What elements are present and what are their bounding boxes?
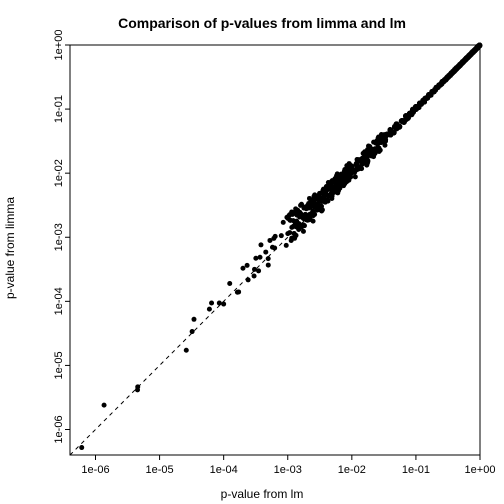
data-point	[256, 268, 261, 273]
x-tick-label: 1e+00	[465, 464, 496, 476]
data-point	[329, 196, 334, 201]
data-point	[240, 266, 245, 271]
data-point	[258, 255, 263, 260]
data-point	[301, 206, 306, 211]
data-point	[221, 302, 226, 307]
data-point	[272, 246, 277, 251]
x-tick-label: 1e-02	[338, 464, 366, 476]
y-tick-label: 1e+00	[53, 30, 65, 61]
y-axis-label: p-value from limma	[3, 197, 17, 299]
x-tick-label: 1e-03	[274, 464, 302, 476]
data-point	[311, 219, 316, 224]
data-point	[383, 138, 388, 143]
data-point	[135, 387, 140, 392]
data-point	[217, 301, 222, 306]
data-point	[355, 164, 360, 169]
data-point	[294, 213, 299, 218]
data-point	[315, 208, 320, 213]
y-tick-label: 1e-03	[53, 223, 65, 251]
data-point	[190, 329, 195, 334]
data-point	[346, 173, 351, 178]
x-tick-label: 1e-01	[402, 464, 430, 476]
data-point	[263, 250, 268, 255]
data-point	[253, 256, 258, 261]
data-point	[281, 220, 286, 225]
data-point	[301, 229, 306, 234]
scatter-chart: Comparison of p-values from limma and lm…	[0, 0, 504, 504]
data-point	[266, 256, 271, 261]
data-point	[266, 263, 271, 268]
data-point	[258, 242, 263, 247]
data-point	[289, 236, 294, 241]
data-point	[209, 300, 214, 305]
x-tick-label: 1e-06	[81, 464, 109, 476]
data-point	[207, 307, 212, 312]
data-point	[359, 166, 364, 171]
data-point	[294, 233, 299, 238]
data-point	[246, 277, 251, 282]
data-point	[397, 124, 402, 129]
data-point	[286, 216, 291, 221]
data-point	[279, 233, 284, 238]
y-tick-label: 1e-01	[53, 95, 65, 123]
data-point	[287, 230, 292, 235]
x-tick-label: 1e-04	[210, 464, 238, 476]
x-axis-label: p-value from lm	[221, 487, 304, 501]
data-point	[252, 273, 257, 278]
data-point	[184, 348, 189, 353]
data-point	[191, 317, 196, 322]
data-point	[316, 193, 321, 198]
data-point	[374, 141, 379, 146]
y-tick-label: 1e-06	[53, 415, 65, 443]
data-point	[79, 445, 84, 450]
data-point	[367, 144, 372, 149]
y-tick-label: 1e-02	[53, 159, 65, 187]
data-point	[353, 174, 358, 179]
data-point	[284, 243, 289, 248]
data-point	[305, 218, 310, 223]
data-point	[369, 153, 374, 158]
chart-title: Comparison of p-values from limma and lm	[118, 15, 406, 31]
x-tick-label: 1e-05	[146, 464, 174, 476]
data-point	[235, 290, 240, 295]
data-point	[227, 281, 232, 286]
data-point	[477, 43, 482, 48]
data-point	[273, 234, 278, 239]
data-point	[351, 169, 356, 174]
data-point	[391, 131, 396, 136]
plot-area: 1e-06 1e-05 1e-04 1e-03 1e-02 1e-01 1e+00 1e-06…	[53, 30, 495, 476]
y-tick-label: 1e-05	[53, 351, 65, 379]
data-point	[372, 148, 377, 153]
data-point	[245, 263, 250, 268]
data-point	[335, 175, 340, 180]
data-point	[296, 224, 301, 229]
y-tick-label: 1e-04	[53, 287, 65, 315]
data-point	[102, 403, 107, 408]
data-point	[323, 197, 328, 202]
